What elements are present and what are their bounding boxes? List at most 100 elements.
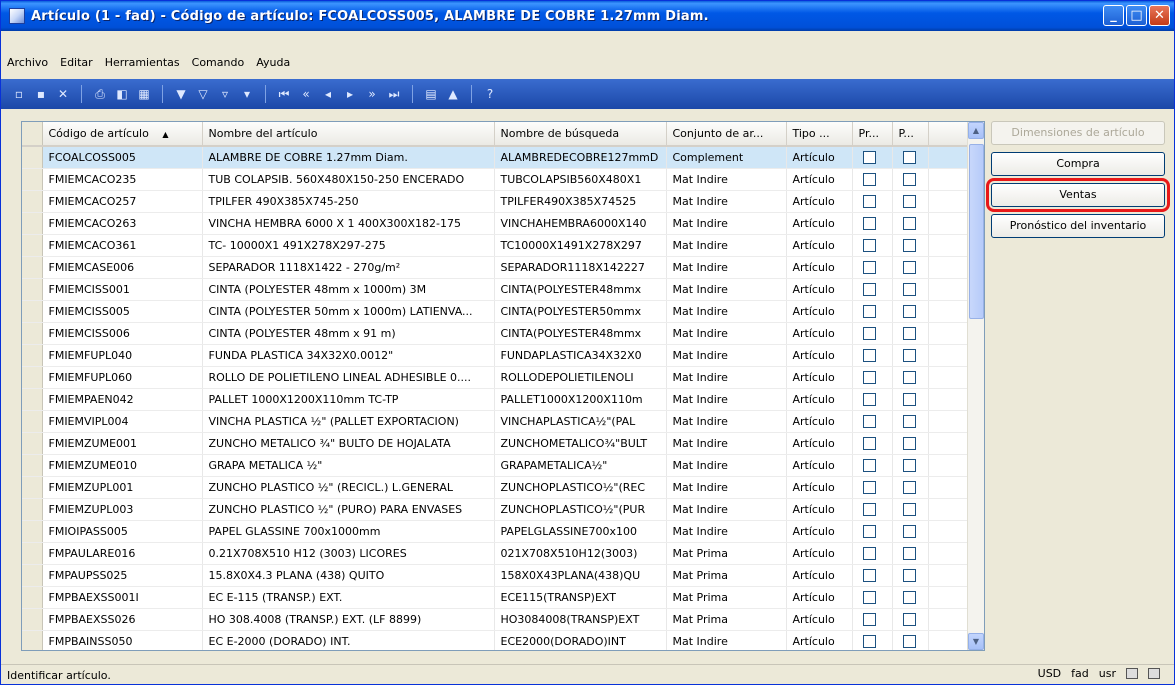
cell-pr-checkbox[interactable] [852, 168, 893, 191]
cell-conjunto[interactable]: Mat Indire [666, 388, 787, 411]
pronostico-button[interactable]: Pronóstico del inventario [991, 214, 1165, 238]
checkbox[interactable] [902, 546, 916, 560]
cell-codigo[interactable]: FMPAULARE016 [42, 542, 203, 565]
cell-busqueda[interactable]: 021X708X510H12(3003) [494, 542, 667, 565]
cell-pr-checkbox[interactable] [852, 432, 893, 455]
table-row[interactable]: FMIEMCASE006 SEPARADOR 1118X1422 - 270g/m… [22, 256, 969, 279]
cell-busqueda[interactable]: VINCHAHEMBRA6000X140 [494, 212, 667, 235]
currency-indicator[interactable]: USD [1038, 667, 1062, 680]
cell-p-checkbox[interactable] [892, 256, 929, 279]
table-row[interactable]: FMPBAEXSS026 HO 308.4008 (TRANSP.) EXT. (… [22, 608, 969, 631]
cell-conjunto[interactable]: Complement [666, 146, 787, 169]
cell-conjunto[interactable]: Mat Indire [666, 410, 787, 433]
cell-busqueda[interactable]: 158X0X43PLANA(438)QU [494, 564, 667, 587]
cell-busqueda[interactable]: TC10000X1491X278X297 [494, 234, 667, 257]
cell-nombre[interactable]: FUNDA PLASTICA 34X32X0.0012" [202, 344, 495, 367]
table-row[interactable]: FMIEMPAEN042 PALLET 1000X1200X110mm TC-TP… [22, 388, 969, 411]
cell-busqueda[interactable]: ECE115(TRANSP)EXT [494, 586, 667, 609]
cell-nombre[interactable]: TPILFER 490X385X745-250 [202, 190, 495, 213]
row-selector[interactable] [22, 476, 43, 499]
save-icon[interactable]: ▪ [33, 86, 49, 102]
cell-codigo[interactable]: FMIEMPAEN042 [42, 388, 203, 411]
database-icon[interactable] [1148, 668, 1160, 679]
cell-conjunto[interactable]: Mat Indire [666, 256, 787, 279]
cell-codigo[interactable]: FMPBAEXSS001I [42, 586, 203, 609]
cell-pr-checkbox[interactable] [852, 586, 893, 609]
cell-conjunto[interactable]: Mat Indire [666, 454, 787, 477]
table-row[interactable]: FMIEMCISS005 CINTA (POLYESTER 50mm x 1000… [22, 300, 969, 323]
cell-nombre[interactable]: ZUNCHO METALICO ¾" BULTO DE HOJALATA [202, 432, 495, 455]
cell-pr-checkbox[interactable] [852, 454, 893, 477]
checkbox[interactable] [862, 480, 876, 494]
cell-p-checkbox[interactable] [892, 520, 929, 543]
checkbox[interactable] [862, 370, 876, 384]
cell-nombre[interactable]: TC- 10000X1 491X278X297-275 [202, 234, 495, 257]
checkbox[interactable] [902, 590, 916, 604]
cell-conjunto[interactable]: Mat Indire [666, 432, 787, 455]
cell-pr-checkbox[interactable] [852, 322, 893, 345]
cell-nombre[interactable]: PAPEL GLASSINE 700x1000mm [202, 520, 495, 543]
cell-p-checkbox[interactable] [892, 168, 929, 191]
previous-record-icon[interactable]: ◂ [320, 86, 336, 102]
cell-codigo[interactable]: FMIEMZUPL001 [42, 476, 203, 499]
cell-nombre[interactable]: EC E-115 (TRANSP.) EXT. [202, 586, 495, 609]
cell-codigo[interactable]: FMIEMCISS006 [42, 322, 203, 345]
cell-pr-checkbox[interactable] [852, 146, 893, 169]
cell-conjunto[interactable]: Mat Prima [666, 564, 787, 587]
cell-codigo[interactable]: FMIEMFUPL040 [42, 344, 203, 367]
cell-busqueda[interactable]: TUBCOLAPSIB560X480X1 [494, 168, 667, 191]
delete-icon[interactable]: ✕ [55, 86, 71, 102]
checkbox[interactable] [902, 348, 916, 362]
checkbox[interactable] [862, 458, 876, 472]
cell-p-checkbox[interactable] [892, 234, 929, 257]
checkbox[interactable] [862, 634, 876, 648]
print-icon[interactable]: ⎙ [92, 86, 108, 102]
cell-tipo[interactable]: Artículo [786, 586, 853, 609]
cell-codigo[interactable]: FMPAUPSS025 [42, 564, 203, 587]
checkbox[interactable] [862, 282, 876, 296]
cell-pr-checkbox[interactable] [852, 608, 893, 631]
cell-p-checkbox[interactable] [892, 586, 929, 609]
checkbox[interactable] [862, 502, 876, 516]
col-pr-header[interactable]: Pr... [852, 122, 893, 147]
checkbox[interactable] [862, 590, 876, 604]
cell-pr-checkbox[interactable] [852, 410, 893, 433]
table-row[interactable]: FMIEMZUME010 GRAPA METALICA ½" GRAPAMETALI… [22, 454, 969, 477]
cell-nombre[interactable]: EC E-2000 (DORADO) INT. [202, 630, 495, 650]
row-selector[interactable] [22, 366, 43, 389]
cell-pr-checkbox[interactable] [852, 212, 893, 235]
row-selector[interactable] [22, 278, 43, 301]
cell-codigo[interactable]: FMIEMZUME001 [42, 432, 203, 455]
cell-pr-checkbox[interactable] [852, 300, 893, 323]
col-p-header[interactable]: P... [892, 122, 929, 147]
cell-pr-checkbox[interactable] [852, 542, 893, 565]
checkbox[interactable] [902, 326, 916, 340]
checkbox[interactable] [862, 568, 876, 582]
scroll-up-icon[interactable]: ▲ [968, 122, 984, 139]
row-selector[interactable] [22, 410, 43, 433]
ventas-button[interactable]: Ventas [986, 178, 1170, 212]
cell-busqueda[interactable]: TPILFER490X385X74525 [494, 190, 667, 213]
next-record-icon[interactable]: ▸ [342, 86, 358, 102]
cell-busqueda[interactable]: ZUNCHOMETALICO¾"BULT [494, 432, 667, 455]
cell-nombre[interactable]: HO 308.4008 (TRANSP.) EXT. (LF 8899) [202, 608, 495, 631]
cell-tipo[interactable]: Artículo [786, 168, 853, 191]
table-row[interactable]: FMIEMFUPL040 FUNDA PLASTICA 34X32X0.0012"… [22, 344, 969, 367]
maximize-icon[interactable]: □ [1126, 5, 1147, 26]
cell-nombre[interactable]: ZUNCHO PLASTICO ½" (PURO) PARA ENVASES [202, 498, 495, 521]
cell-conjunto[interactable]: Mat Indire [666, 366, 787, 389]
advanced-filter-icon[interactable]: ▿ [217, 86, 233, 102]
cell-pr-checkbox[interactable] [852, 344, 893, 367]
cell-p-checkbox[interactable] [892, 410, 929, 433]
cell-pr-checkbox[interactable] [852, 630, 893, 650]
cell-tipo[interactable]: Artículo [786, 212, 853, 235]
cell-conjunto[interactable]: Mat Indire [666, 322, 787, 345]
cell-conjunto[interactable]: Mat Prima [666, 542, 787, 565]
cell-codigo[interactable]: FMPBAEXSS026 [42, 608, 203, 631]
checkbox[interactable] [862, 304, 876, 318]
cell-p-checkbox[interactable] [892, 476, 929, 499]
filter-icon[interactable]: ▽ [195, 86, 211, 102]
cell-busqueda[interactable]: PAPELGLASSINE700x100 [494, 520, 667, 543]
table-row[interactable]: FMIEMZUPL001 ZUNCHO PLASTICO ½" (RECICL.)… [22, 476, 969, 499]
last-record-icon[interactable]: ⏭ [386, 86, 402, 102]
